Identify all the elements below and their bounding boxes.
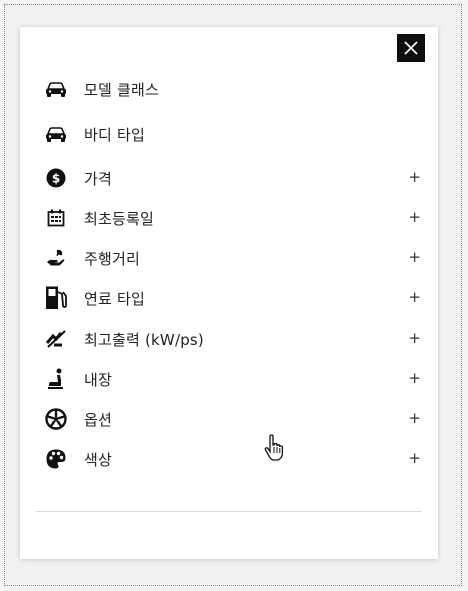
filter-item-label: 최고출력 (kW/ps) — [84, 330, 204, 349]
car-body-icon — [44, 122, 68, 146]
expand-plus-icon[interactable]: + — [408, 208, 421, 226]
car-icon — [44, 77, 68, 101]
expand-plus-icon[interactable]: + — [408, 449, 421, 467]
dollar-circle-icon: $ — [44, 166, 68, 190]
filter-item-options[interactable]: 옵션 + — [44, 406, 424, 432]
filter-item-label: 옵션 — [84, 410, 113, 429]
wheel-icon — [44, 407, 68, 431]
expand-plus-icon[interactable]: + — [408, 288, 421, 306]
filter-item-model-class[interactable]: 모델 클래스 — [44, 76, 424, 102]
filter-item-color[interactable]: 색상 + — [44, 446, 424, 472]
close-button[interactable] — [397, 34, 425, 62]
filter-item-interior[interactable]: 내장 + — [44, 366, 424, 392]
panel-divider — [36, 511, 422, 512]
hand-pointer-cursor-icon — [264, 434, 284, 461]
filter-item-body-type[interactable]: 바디 타입 — [44, 121, 424, 147]
speed-off-icon — [44, 327, 68, 351]
filter-item-label: 주행거리 — [84, 249, 141, 268]
expand-plus-icon[interactable]: + — [408, 248, 421, 266]
fuel-pump-icon — [44, 286, 68, 310]
expand-plus-icon[interactable]: + — [408, 329, 421, 347]
car-seat-icon — [44, 367, 68, 391]
svg-text:$: $ — [52, 172, 60, 186]
close-icon — [404, 41, 418, 55]
filter-item-label: 최초등록일 — [84, 209, 155, 228]
filter-item-label: 모델 클래스 — [84, 80, 159, 99]
filter-item-max-power[interactable]: 최고출력 (kW/ps) + — [44, 326, 424, 352]
filter-item-label: 가격 — [84, 169, 113, 188]
calendar-icon — [44, 206, 68, 230]
filter-item-label: 내장 — [84, 370, 113, 389]
expand-plus-icon[interactable]: + — [408, 168, 421, 186]
filter-item-mileage[interactable]: 주행거리 + — [44, 245, 424, 271]
expand-plus-icon[interactable]: + — [408, 409, 421, 427]
filter-item-label: 연료 타입 — [84, 289, 145, 308]
expand-plus-icon[interactable]: + — [408, 369, 421, 387]
filter-item-price[interactable]: $ 가격 + — [44, 165, 424, 191]
hand-leaf-icon — [44, 246, 68, 270]
filter-item-label: 바디 타입 — [84, 125, 145, 144]
filter-item-fuel-type[interactable]: 연료 타입 + — [44, 285, 424, 311]
palette-icon — [44, 447, 68, 471]
filter-item-first-registration[interactable]: 최초등록일 + — [44, 205, 424, 231]
filter-item-label: 색상 — [84, 450, 113, 469]
